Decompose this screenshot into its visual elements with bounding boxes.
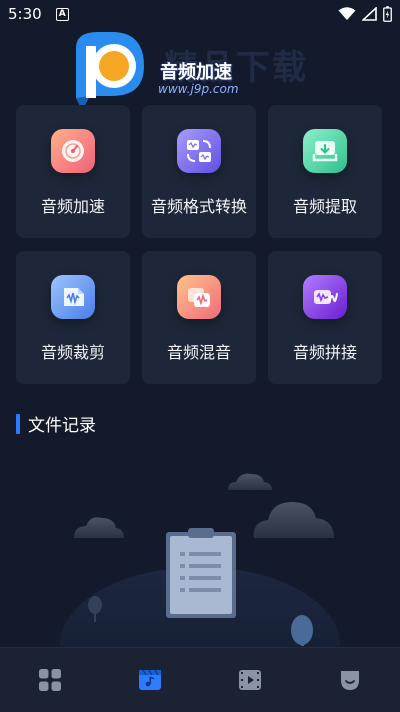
tool-label: 音频提取 xyxy=(292,197,357,216)
nav-video[interactable] xyxy=(220,655,280,705)
status-time: 5:30 xyxy=(8,5,42,23)
notification-a-icon: A xyxy=(55,7,69,21)
battery-icon xyxy=(383,6,392,22)
video-icon xyxy=(239,670,261,690)
trim-icon xyxy=(51,275,95,319)
tool-label: 音频裁剪 xyxy=(40,343,105,362)
watermark-url: www.j9p.com xyxy=(158,82,239,96)
tool-label: 音频混音 xyxy=(166,343,231,362)
home-grid-icon xyxy=(39,669,61,691)
signal-icon xyxy=(362,7,377,21)
status-bar: 5:30 A xyxy=(0,0,400,28)
tool-audio-join[interactable]: 音频拼接 xyxy=(268,251,382,384)
tool-audio-format-convert[interactable]: 音频格式转换 xyxy=(142,105,256,238)
cloud-left-icon xyxy=(74,517,124,538)
speedometer-icon xyxy=(51,129,95,173)
empty-records-illustration xyxy=(60,473,340,647)
extract-icon xyxy=(303,129,347,173)
tool-audio-mix[interactable]: 音频混音 xyxy=(142,251,256,384)
tool-label: 音频格式转换 xyxy=(150,197,247,216)
cloud-right-icon xyxy=(253,502,334,538)
tool-label: 音频拼接 xyxy=(292,343,357,362)
nav-audio[interactable] xyxy=(120,655,180,705)
mix-icon xyxy=(177,275,221,319)
format-convert-icon xyxy=(177,129,221,173)
clipboard-icon xyxy=(166,528,236,618)
tool-audio-trim[interactable]: 音频裁剪 xyxy=(16,251,130,384)
records-title: 文件记录 xyxy=(28,416,96,436)
audio-tools-icon xyxy=(139,669,161,690)
watermark-logo-icon xyxy=(76,32,144,110)
watermark: 精品下载 音频加速 www.j9p.com xyxy=(68,28,348,112)
tool-audio-speed[interactable]: 音频加速 xyxy=(16,105,130,238)
nav-profile[interactable] xyxy=(320,655,380,705)
section-accent-bar xyxy=(16,413,20,434)
wifi-icon xyxy=(338,7,356,20)
records-header: 文件记录 xyxy=(16,411,96,436)
profile-icon xyxy=(341,671,359,690)
tool-grid: 音频加速 音频格式转换 音频提取 音频裁剪 音频混音 音频拼接 xyxy=(16,105,384,384)
tool-audio-extract[interactable]: 音频提取 xyxy=(268,105,382,238)
status-icons xyxy=(338,6,392,22)
watermark-title: 音频加速 xyxy=(160,62,232,83)
bottom-nav xyxy=(0,647,400,712)
nav-home[interactable] xyxy=(20,655,80,705)
cloud-top-icon xyxy=(228,473,272,490)
tool-label: 音频加速 xyxy=(40,197,105,216)
join-icon xyxy=(303,275,347,319)
